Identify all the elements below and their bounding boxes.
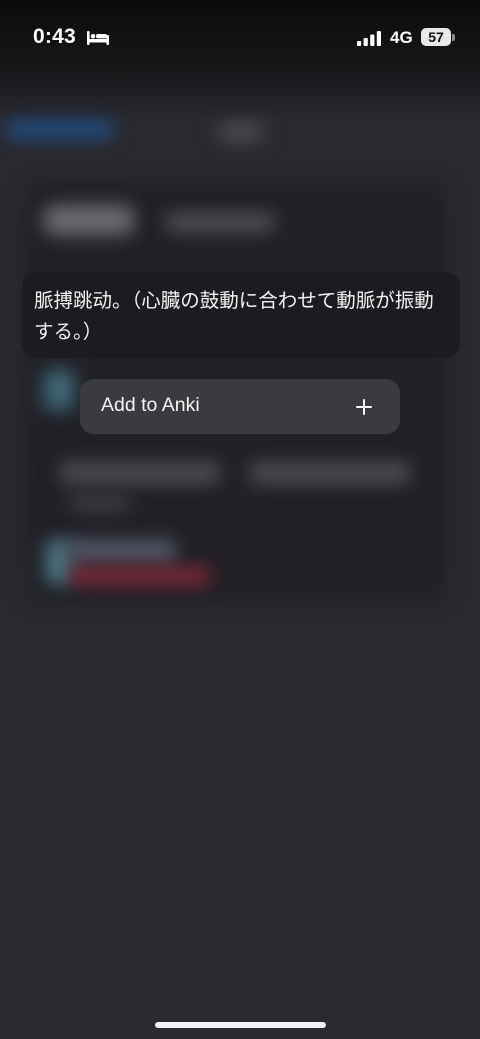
blurred-highlight — [70, 568, 210, 584]
definition-preview: 脈搏跳动。（心臓の鼓動に合わせて動脈が振動する。） — [22, 272, 460, 358]
blurred-text-line — [250, 462, 410, 484]
context-menu: Add to Anki — [80, 379, 400, 434]
blurred-text-line — [70, 495, 130, 511]
signal-icon — [357, 31, 381, 46]
blurred-image — [66, 540, 176, 562]
blurred-back-button — [6, 120, 114, 138]
add-to-anki-label: Add to Anki — [101, 394, 200, 416]
blurred-background — [0, 0, 480, 1039]
battery-icon: 57 — [421, 28, 451, 46]
network-type: 4G — [390, 28, 413, 47]
blurred-title — [218, 122, 264, 142]
definition-text: 脈搏跳动。（心臓の鼓動に合わせて動脈が振動する。） — [34, 289, 434, 343]
plus-icon — [356, 399, 372, 415]
status-time: 0:43 — [33, 25, 76, 48]
bed-icon — [87, 31, 109, 45]
blurred-image — [44, 370, 74, 410]
add-to-anki-button[interactable]: Add to Anki — [80, 379, 400, 434]
status-bar: 0:43 4G 57 — [0, 0, 480, 76]
home-indicator[interactable] — [155, 1022, 326, 1028]
battery-cap — [452, 34, 455, 41]
blurred-text-line — [60, 462, 220, 484]
blurred-word — [44, 205, 134, 235]
blurred-reading — [165, 212, 275, 232]
